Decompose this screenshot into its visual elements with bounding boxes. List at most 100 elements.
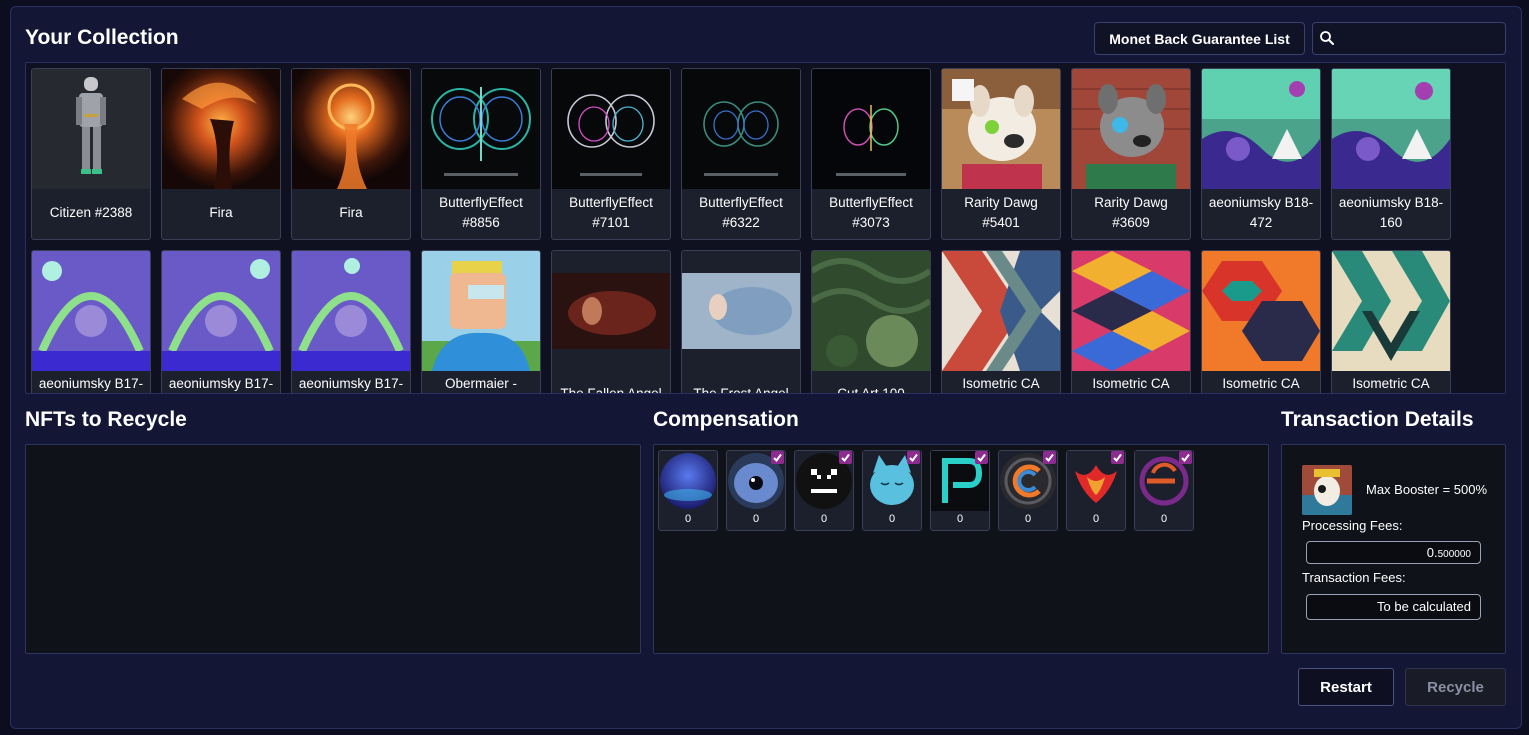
nft-name: aeoniumsky B17- [298, 376, 404, 391]
planet-token-icon [659, 451, 717, 511]
nft-thumbnail [1202, 251, 1320, 371]
nft-thumbnail [162, 69, 280, 189]
checkbox-checked-icon[interactable] [907, 451, 920, 464]
nft-card-butterflyeffect-3073[interactable]: ButterflyEffect #3073 [811, 68, 931, 240]
nft-name: Fira [339, 205, 363, 220]
nft-card-rarity-dawg-3609[interactable]: Rarity Dawg #3609 [1071, 68, 1191, 240]
nft-thumbnail [942, 69, 1060, 189]
nft-card-aeoniumsky-b18-472[interactable]: aeoniumsky B18- 472 [1201, 68, 1321, 240]
nft-name: Cut Art 100 [837, 386, 905, 394]
checkbox-checked-icon[interactable] [771, 451, 784, 464]
nft-thumbnail [1332, 251, 1450, 371]
nft-name: aeoniumsky B18- 472 [1208, 195, 1314, 230]
nft-thumbnail [552, 69, 670, 189]
transaction-fees-field: To be calculated [1306, 594, 1481, 620]
nft-name: Obermaier - [444, 376, 517, 391]
nft-card-cut-art-100[interactable]: Cut Art 100 [811, 250, 931, 394]
restart-button[interactable]: Restart [1298, 668, 1394, 706]
nft-card-citizen-2388[interactable]: Citizen #2388 [31, 68, 151, 240]
nft-thumbnail [32, 69, 150, 189]
compensation-amount: 0 [1092, 513, 1100, 525]
nft-card-butterflyeffect-7101[interactable]: ButterflyEffect #7101 [551, 68, 671, 240]
nft-card-rarity-dawg-5401[interactable]: Rarity Dawg #5401 [941, 68, 1061, 240]
compensation-item[interactable]: 0 [862, 450, 922, 531]
recycle-dropzone[interactable] [25, 444, 641, 654]
nft-name: The Frost Angel [693, 386, 789, 394]
recycle-title: NFTs to Recycle [25, 408, 187, 431]
search-box[interactable] [1312, 22, 1506, 55]
guarantee-list-button[interactable]: Monet Back Guarantee List [1094, 22, 1305, 55]
nft-card-fira[interactable]: Fira [161, 68, 281, 240]
nft-name: The Fallen Angel [560, 386, 662, 394]
nft-card-fira[interactable]: Fira [291, 68, 411, 240]
recycle-button[interactable]: Recycle [1405, 668, 1506, 706]
nft-thumbnail [292, 69, 410, 189]
nft-thumbnail [292, 251, 410, 371]
nft-name: Rarity Dawg #3609 [1094, 195, 1168, 230]
checkbox-checked-icon[interactable] [975, 451, 988, 464]
compensation-item[interactable]: 0 [794, 450, 854, 531]
nft-name: Isometric CA [962, 376, 1040, 391]
checkbox-checked-icon[interactable] [1179, 451, 1192, 464]
compensation-amount: 0 [684, 513, 692, 525]
nft-card-aeoniumsky-b17[interactable]: aeoniumsky B17- [31, 250, 151, 393]
nft-name: Isometric CA [1352, 376, 1430, 391]
processing-fees-field: 0.500000 [1306, 541, 1481, 564]
nft-thumbnail [32, 251, 150, 371]
nft-thumbnail [1072, 251, 1190, 371]
nft-name: Fira [209, 205, 233, 220]
nft-card-the-fallen-angel[interactable]: The Fallen Angel [551, 250, 671, 394]
nft-name: Isometric CA [1092, 376, 1170, 391]
compensation-item[interactable]: 0 [930, 450, 990, 531]
nft-name: aeoniumsky B17- [38, 376, 144, 391]
nft-name: aeoniumsky B17- [168, 376, 274, 391]
search-input[interactable] [1341, 27, 1501, 51]
nft-thumbnail [422, 69, 540, 189]
compensation-amount: 0 [956, 513, 964, 525]
collection-title: Your Collection [25, 26, 179, 49]
nft-card-isometric-ca[interactable]: Isometric CA [1331, 250, 1451, 393]
nft-name: ButterflyEffect #6322 [699, 195, 783, 230]
booster-avatar [1302, 465, 1352, 515]
nft-thumbnail [682, 251, 800, 371]
nft-name: ButterflyEffect #3073 [829, 195, 913, 230]
nft-name: Isometric CA [1222, 376, 1300, 391]
nft-thumbnail [162, 251, 280, 371]
nft-card-the-frost-angel[interactable]: The Frost Angel [681, 250, 801, 394]
nft-thumbnail [812, 251, 930, 371]
nft-thumbnail [942, 251, 1060, 371]
nft-card-obermaier[interactable]: Obermaier - [421, 250, 541, 393]
nft-card-isometric-ca[interactable]: Isometric CA [1201, 250, 1321, 393]
nft-card-isometric-ca[interactable]: Isometric CA [941, 250, 1061, 393]
nft-card-butterflyeffect-8856[interactable]: ButterflyEffect #8856 [421, 68, 541, 240]
nft-name: aeoniumsky B18- 160 [1338, 195, 1444, 230]
nft-thumbnail [682, 69, 800, 189]
booster-text: Max Booster = 500% [1366, 482, 1488, 497]
nft-thumbnail [812, 69, 930, 189]
nft-card-butterflyeffect-6322[interactable]: ButterflyEffect #6322 [681, 68, 801, 240]
nft-card-isometric-ca[interactable]: Isometric CA [1071, 250, 1191, 393]
checkbox-checked-icon[interactable] [1111, 451, 1124, 464]
transaction-title: Transaction Details [1281, 408, 1474, 431]
nft-card-aeoniumsky-b17[interactable]: aeoniumsky B17- [161, 250, 281, 393]
transaction-fees-label: Transaction Fees: [1302, 570, 1406, 585]
nft-name: Rarity Dawg #5401 [964, 195, 1038, 230]
nft-thumbnail [1202, 69, 1320, 189]
compensation-amount: 0 [888, 513, 896, 525]
compensation-item[interactable]: 0 [998, 450, 1058, 531]
checkbox-checked-icon[interactable] [839, 451, 852, 464]
nft-thumbnail [1332, 69, 1450, 189]
compensation-item[interactable]: 0 [658, 450, 718, 531]
nft-card-aeoniumsky-b18-160[interactable]: aeoniumsky B18- 160 [1331, 68, 1451, 240]
checkbox-checked-icon[interactable] [1043, 451, 1056, 464]
compensation-item[interactable]: 0 [1066, 450, 1126, 531]
compensation-amount: 0 [820, 513, 828, 525]
nft-thumbnail [1072, 69, 1190, 189]
compensation-item[interactable]: 0 [1134, 450, 1194, 531]
nft-name: ButterflyEffect #8856 [439, 195, 523, 230]
nft-card-aeoniumsky-b17[interactable]: aeoniumsky B17- [291, 250, 411, 393]
nft-name: Citizen #2388 [49, 205, 133, 220]
compensation-amount: 0 [1024, 513, 1032, 525]
compensation-item[interactable]: 0 [726, 450, 786, 531]
collection-gallery[interactable]: Citizen #2388 Fira Fira ButterflyEffect #… [25, 62, 1506, 394]
